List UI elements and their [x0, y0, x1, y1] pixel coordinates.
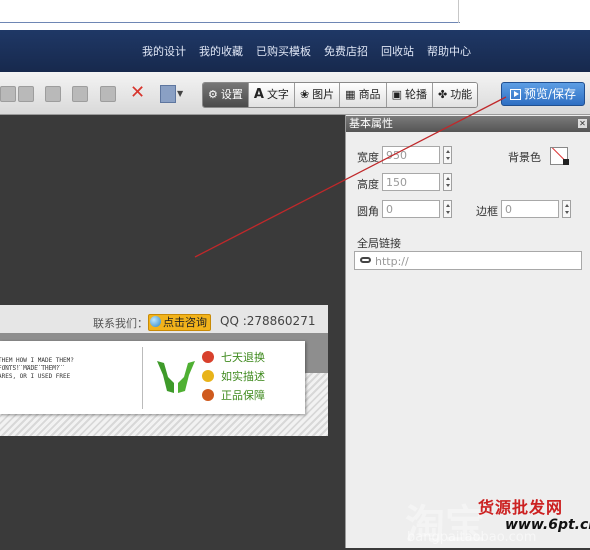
site-watermark-title: 货源批发网 — [478, 498, 564, 517]
annotation-arrow — [194, 96, 507, 258]
domain-watermark: bangpaitaobao.com — [407, 530, 537, 545]
